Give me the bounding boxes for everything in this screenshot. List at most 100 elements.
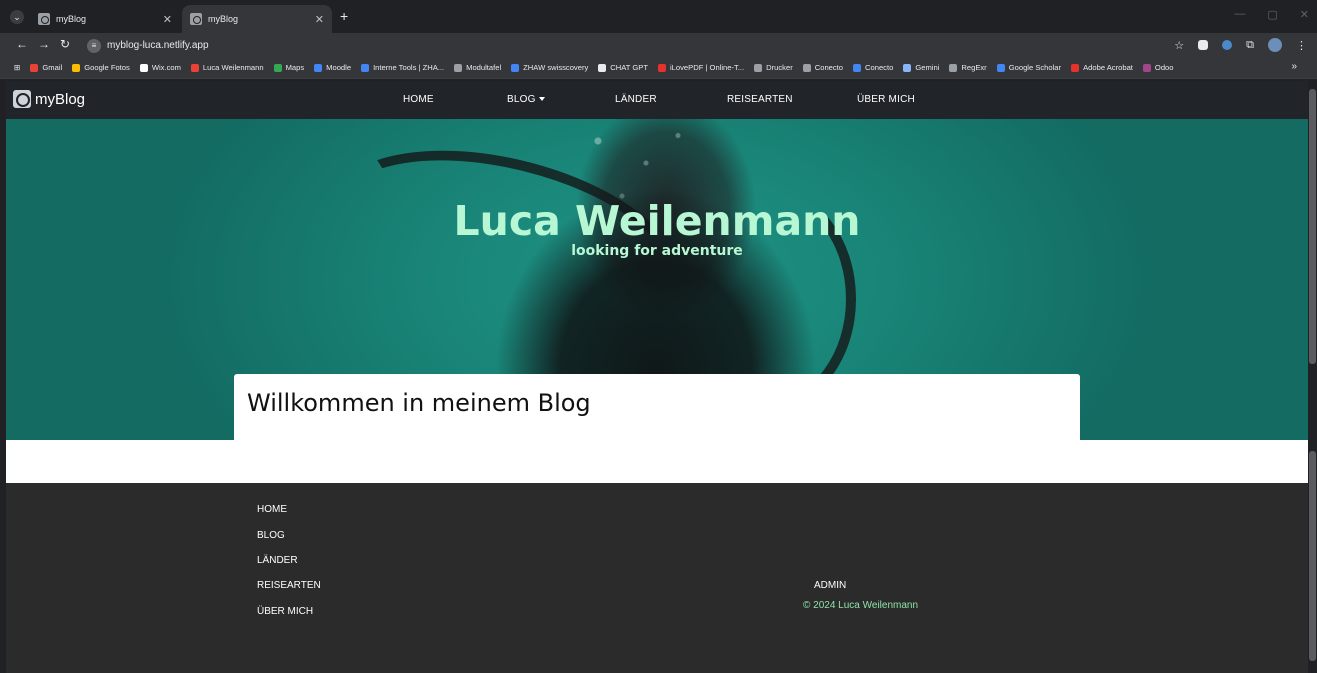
bookmark-favicon-icon <box>949 63 958 72</box>
close-tab-icon[interactable]: ✕ <box>315 13 324 26</box>
extension-icon[interactable] <box>1222 40 1233 50</box>
tab-title: myBlog <box>208 14 239 24</box>
bookmark-favicon-icon <box>314 63 323 72</box>
site-logo-icon <box>13 90 31 108</box>
scrollbar-thumb[interactable] <box>1309 451 1316 661</box>
bookmark-label: Google Scholar <box>1008 63 1062 72</box>
bookmark-item[interactable]: Luca Weilenmann <box>190 63 264 72</box>
tab-search-icon[interactable]: ⌄ <box>10 10 24 24</box>
bookmark-favicon-icon <box>754 63 763 72</box>
browser-window: ⌄ myBlog ✕ myBlog ✕ + — ▢ ✕ ← → ↻ ≡ mybl… <box>0 0 1317 673</box>
bookmark-label: Modultafel <box>466 63 502 72</box>
footer-link-home[interactable]: HOME <box>257 504 287 515</box>
bookmark-item[interactable]: Drucker <box>754 63 793 72</box>
bookmark-item[interactable]: ZHAW swisscovery <box>511 63 588 72</box>
bookmark-favicon-icon <box>853 63 862 72</box>
toolbar-actions: ☆ ⧉ ⋮ <box>1174 38 1307 52</box>
bookmark-item[interactable]: Wix.com <box>139 63 181 72</box>
welcome-heading: Willkommen in meinem Blog <box>247 389 591 417</box>
bookmark-item[interactable]: Interne Tools | ZHA... <box>361 63 444 72</box>
bookmark-item[interactable]: Conecto <box>802 63 844 72</box>
tab-strip: ⌄ myBlog ✕ myBlog ✕ + — ▢ ✕ <box>0 0 1317 33</box>
menu-kebab-icon[interactable]: ⋮ <box>1296 39 1307 52</box>
bookmark-favicon-icon <box>30 63 39 72</box>
bookmark-label: iLovePDF | Online-T... <box>670 63 745 72</box>
browser-tab-2[interactable]: myBlog ✕ <box>182 5 332 33</box>
footer-copyright: © 2024 Luca Weilenmann <box>803 600 919 611</box>
bookmark-item[interactable]: iLovePDF | Online-T... <box>658 63 744 72</box>
profile-avatar[interactable] <box>1268 38 1282 52</box>
maximize-icon[interactable]: ▢ <box>1267 8 1277 21</box>
bookmark-item[interactable]: Modultafel <box>454 63 501 72</box>
bookmark-favicon-icon <box>996 63 1005 72</box>
bookmark-item[interactable]: Google Scholar <box>996 63 1062 72</box>
site-footer: HOME BLOG LÄNDER REISEARTEN ÜBER MICH AD… <box>6 483 1308 673</box>
bookmark-favicon-icon <box>454 63 463 72</box>
bookmark-item[interactable]: Moodle <box>314 63 351 72</box>
address-bar[interactable]: ≡ myblog-luca.netlify.app <box>83 36 1183 55</box>
nav-blog[interactable]: BLOG <box>507 94 545 105</box>
bookmark-label: Conecto <box>814 63 844 72</box>
back-icon[interactable]: ← <box>16 37 28 51</box>
reload-icon[interactable]: ↻ <box>60 37 70 51</box>
apps-grid-icon[interactable]: ⊞ <box>14 63 20 72</box>
bookmark-label: Odoo <box>1154 63 1174 72</box>
bookmark-favicon-icon <box>273 63 282 72</box>
bookmark-label: Maps <box>285 63 305 72</box>
extension-icon[interactable] <box>1198 40 1209 50</box>
bookmark-item[interactable]: Adobe Acrobat <box>1071 63 1133 72</box>
bookmark-favicon-icon <box>1142 63 1151 72</box>
site-info-icon[interactable]: ≡ <box>87 38 101 53</box>
bookmark-favicon-icon <box>72 63 81 72</box>
bookmark-favicon-icon <box>658 63 666 72</box>
favicon-icon <box>38 13 50 25</box>
footer-link-laender[interactable]: LÄNDER <box>257 555 298 566</box>
bookmark-item[interactable]: Google Fotos <box>72 63 130 72</box>
site-navbar: myBlog HOME BLOG LÄNDER REISEARTEN ÜBER … <box>6 81 1308 119</box>
nav-home[interactable]: HOME <box>403 94 434 105</box>
bookmark-item[interactable]: Gemini <box>903 63 939 72</box>
bookmark-favicon-icon <box>598 63 607 72</box>
browser-toolbar: ← → ↻ ≡ myblog-luca.netlify.app ☆ ⧉ ⋮ <box>0 33 1317 57</box>
close-tab-icon[interactable]: ✕ <box>163 13 172 26</box>
tab-title: myBlog <box>56 14 87 24</box>
bookmark-label: Gemini <box>915 63 940 72</box>
page-scrollbar[interactable] <box>1308 81 1317 673</box>
site-brand[interactable]: myBlog <box>13 90 85 108</box>
bookmark-favicon-icon <box>903 63 912 72</box>
bookmark-item[interactable]: Gmail <box>30 63 62 72</box>
new-tab-icon[interactable]: + <box>340 8 348 24</box>
more-bookmarks-icon[interactable]: » <box>1291 61 1297 72</box>
bookmark-item[interactable]: Odoo <box>1142 63 1174 72</box>
footer-link-blog[interactable]: BLOG <box>257 530 285 541</box>
bookmark-item[interactable]: RegExr <box>949 63 987 72</box>
bookmark-star-icon[interactable]: ☆ <box>1174 39 1184 52</box>
nav-reisearten[interactable]: REISEARTEN <box>727 94 793 105</box>
bookmark-label: Interne Tools | ZHA... <box>373 63 445 72</box>
scrollbar-thumb[interactable] <box>1309 89 1316 364</box>
bookmark-label: Luca Weilenmann <box>202 63 264 72</box>
nav-ueber-mich[interactable]: ÜBER MICH <box>857 94 915 105</box>
favicon-icon <box>190 13 202 25</box>
close-window-icon[interactable]: ✕ <box>1300 8 1309 21</box>
browser-tab-1[interactable]: myBlog ✕ <box>30 5 180 33</box>
bookmark-item[interactable]: Maps <box>273 63 305 72</box>
bookmark-item[interactable]: Conecto <box>853 63 893 72</box>
extensions-puzzle-icon[interactable]: ⧉ <box>1246 39 1254 52</box>
footer-link-ueber-mich[interactable]: ÜBER MICH <box>257 606 313 617</box>
hero-title: Luca Weilenmann <box>453 197 861 245</box>
bookmark-label: ZHAW swisscovery <box>523 63 589 72</box>
bookmark-item[interactable]: CHAT GPT <box>598 63 648 72</box>
bookmark-label: Gmail <box>42 63 63 72</box>
nav-laender[interactable]: LÄNDER <box>615 94 657 105</box>
bookmark-favicon-icon <box>139 63 148 72</box>
bookmark-label: Wix.com <box>151 63 181 72</box>
bookmark-label: Drucker <box>766 63 793 72</box>
footer-link-reisearten[interactable]: REISEARTEN <box>257 580 321 591</box>
forward-icon[interactable]: → <box>38 37 50 51</box>
minimize-icon[interactable]: — <box>1234 8 1245 21</box>
page-viewport: myBlog HOME BLOG LÄNDER REISEARTEN ÜBER … <box>6 81 1308 673</box>
footer-admin-link[interactable]: ADMIN <box>814 580 846 591</box>
bookmark-favicon-icon <box>1071 63 1080 72</box>
url-text: myblog-luca.netlify.app <box>107 40 209 51</box>
